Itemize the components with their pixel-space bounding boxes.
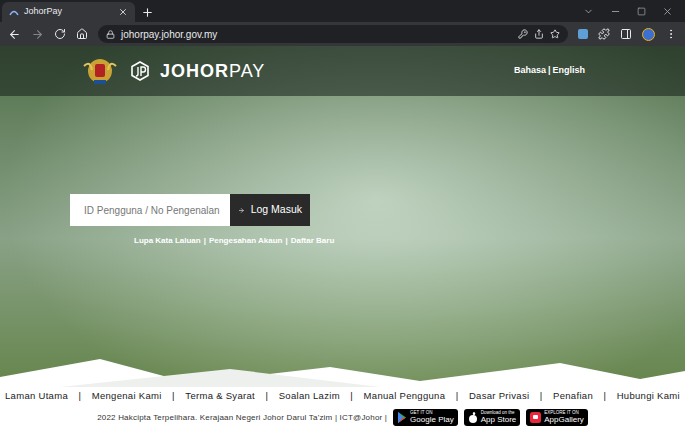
separator: |: [456, 389, 459, 403]
side-panel-icon[interactable]: [620, 28, 632, 40]
footer-bottom: 2022 Hakcipta Terpelihara. Kerajaan Nege…: [97, 403, 588, 426]
footer-link[interactable]: Penafian: [553, 389, 593, 403]
browser-toolbar: johorpay.johor.gov.my: [0, 22, 685, 46]
star-icon[interactable]: [550, 29, 560, 39]
separator: |: [285, 235, 287, 247]
close-window-icon[interactable]: [662, 6, 673, 17]
site-header: JOHORPAY Bahasa|English: [0, 46, 685, 96]
close-tab-icon[interactable]: [118, 7, 128, 17]
tab-search-icon[interactable]: [583, 6, 594, 17]
footer-link[interactable]: Mengenai Kami: [92, 389, 162, 403]
site-footer: Laman Utama | Mengenai Kami | Terma & Syarat…: [0, 387, 685, 430]
store-badge[interactable]: EXPLORE IT ONAppGallery: [526, 409, 588, 426]
footer-link[interactable]: Soalan Lazim: [279, 389, 340, 403]
extensions-icon[interactable]: [598, 28, 610, 40]
footer-link[interactable]: Dasar Privasi: [469, 389, 529, 403]
language-switch: Bahasa|English: [514, 64, 585, 78]
share-icon[interactable]: [534, 29, 544, 39]
tab-strip: JohorPay: [0, 0, 685, 22]
separator: |: [204, 235, 206, 247]
forward-icon[interactable]: [31, 28, 44, 41]
key-icon[interactable]: [518, 29, 528, 39]
profile-icon[interactable]: [642, 28, 655, 41]
appgallery-icon: [530, 412, 541, 423]
language-option[interactable]: English: [552, 64, 585, 78]
separator: |: [265, 389, 268, 403]
brand-name: JOHORPAY: [160, 58, 265, 85]
copyright: 2022 Hakcipta Terpelihara. Kerajaan Nege…: [97, 412, 387, 424]
google-play-icon: [397, 412, 407, 423]
maximize-icon[interactable]: [637, 7, 646, 16]
store-badge[interactable]: Download on theApp Store: [464, 409, 521, 426]
extension-icon[interactable]: [578, 29, 588, 39]
browser-window: JohorPay johorpay.johor.gov.my JOHORPAY Bah…: [0, 0, 685, 430]
back-icon[interactable]: [8, 28, 21, 41]
address-bar[interactable]: johorpay.johor.gov.my: [98, 25, 568, 43]
separator: |: [172, 389, 175, 403]
footer-mountain-shape: [0, 355, 685, 387]
login-area: ID Pengguna / No PengenalanLog MasukLupa…: [0, 96, 685, 387]
login-form: ID Pengguna / No PengenalanLog Masuk: [70, 194, 685, 226]
johorpay-mark-icon: [130, 61, 150, 81]
footer-links: Laman Utama | Mengenai Kami | Terma & Syarat…: [0, 389, 685, 403]
footer-link[interactable]: Hubungi Kami: [617, 389, 680, 403]
language-option[interactable]: Bahasa: [514, 64, 546, 78]
browser-tab[interactable]: JohorPay: [2, 2, 135, 22]
separator: |: [548, 64, 551, 78]
login-link[interactable]: Lupa Kata Laluan: [134, 235, 201, 247]
footer-link[interactable]: Terma & Syarat: [185, 389, 255, 403]
menu-icon[interactable]: [665, 28, 677, 40]
address-text: johorpay.johor.gov.my: [121, 27, 512, 42]
arrow-right-icon: [238, 204, 245, 217]
page: JOHORPAYBahasa|EnglishID Pengguna / No P…: [0, 46, 685, 430]
login-link[interactable]: Pengesahan Akaun: [209, 235, 283, 247]
separator: |: [78, 389, 81, 403]
logo: JOHORPAY: [80, 56, 265, 86]
user-id-input[interactable]: ID Pengguna / No Pengenalan: [70, 194, 230, 226]
tab-title: JohorPay: [24, 5, 113, 19]
footer-link[interactable]: Laman Utama: [5, 389, 68, 403]
lock-icon: [106, 30, 115, 39]
home-icon[interactable]: [76, 28, 88, 40]
separator: |: [540, 389, 543, 403]
login-button[interactable]: Log Masuk: [230, 194, 310, 226]
reload-icon[interactable]: [54, 28, 66, 40]
login-link[interactable]: Daftar Baru: [291, 235, 335, 247]
store-badge[interactable]: GET IT ONGoogle Play: [393, 409, 458, 426]
favicon-icon: [9, 7, 19, 17]
separator: |: [603, 389, 606, 403]
minimize-icon[interactable]: [610, 6, 621, 17]
apple-icon: [468, 412, 478, 423]
new-tab-icon[interactable]: [141, 6, 154, 19]
footer-link[interactable]: Manual Pengguna: [364, 389, 446, 403]
separator: |: [350, 389, 353, 403]
login-links: Lupa Kata Laluan|Pengesahan Akaun|Daftar…: [70, 226, 685, 247]
johor-crest-icon: [80, 56, 120, 86]
window-controls: [583, 0, 685, 22]
